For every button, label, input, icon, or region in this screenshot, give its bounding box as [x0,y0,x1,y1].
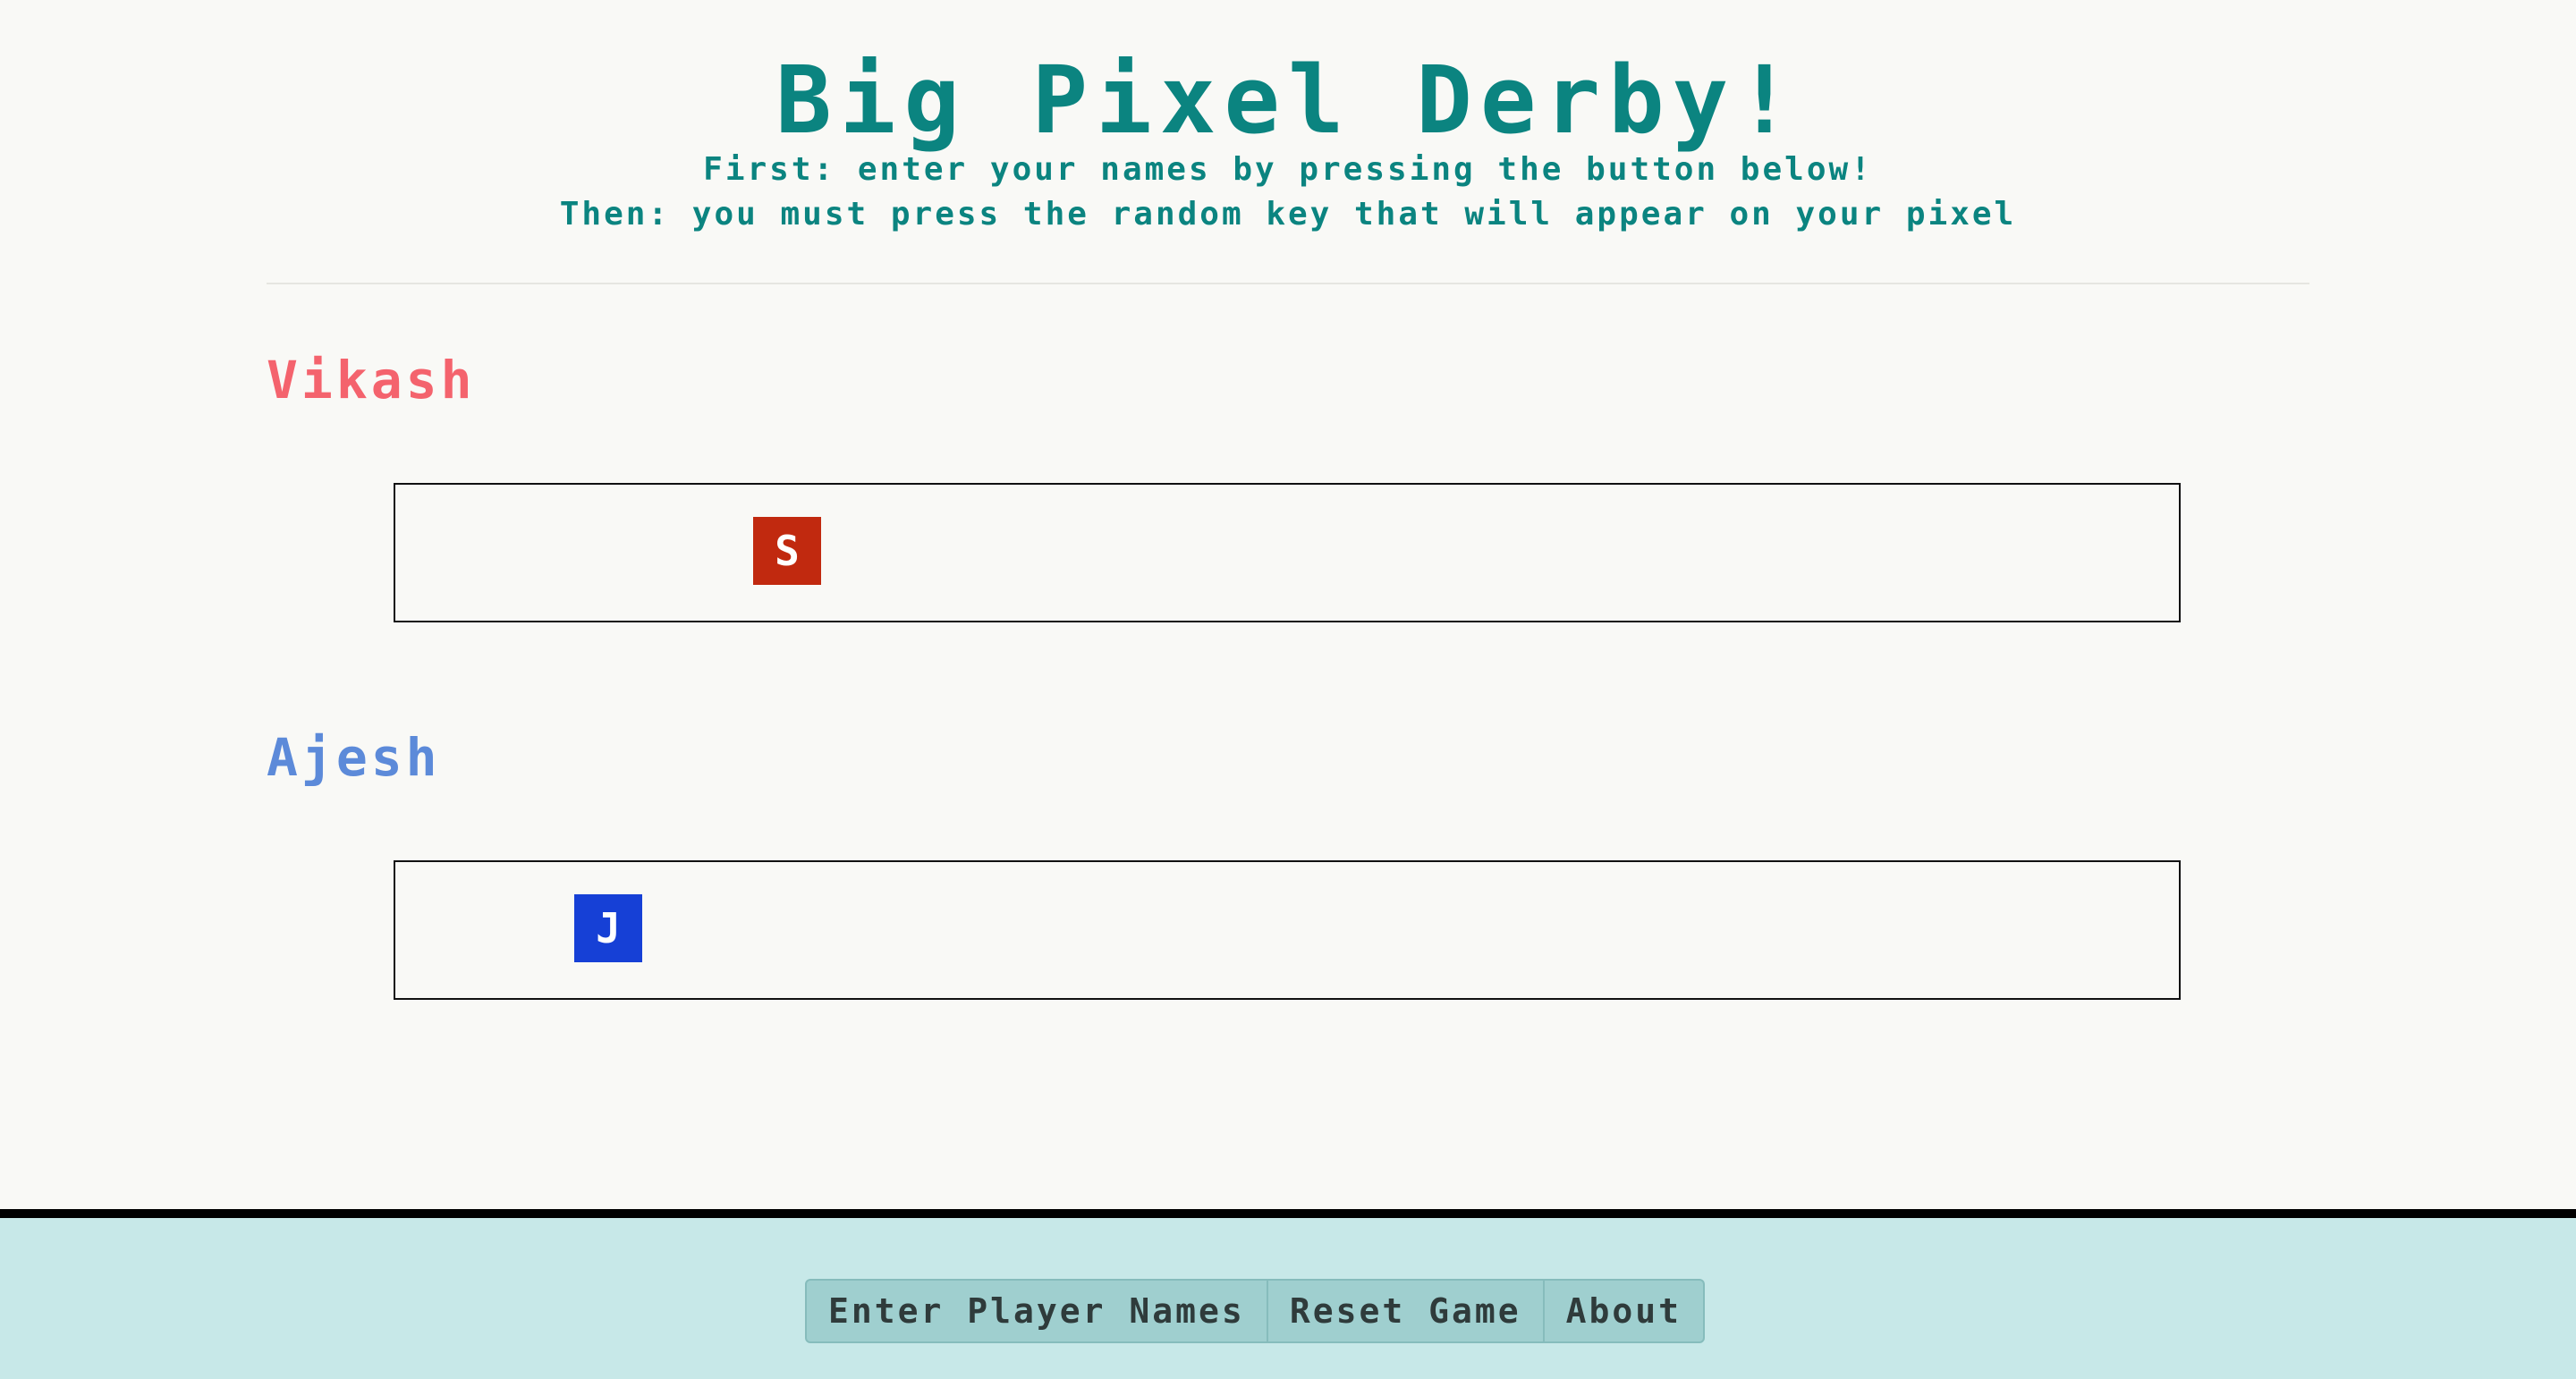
player-1-pixel: S [753,517,821,585]
footer-button-group: Enter Player Names Reset Game About [805,1279,1705,1343]
about-button[interactable]: About [1545,1281,1703,1341]
player-2-track: J [394,860,2181,1000]
game-page: Big Pixel Derby! First: enter your names… [0,0,2576,1379]
player-2-pixel: J [574,894,642,962]
player-1-track: S [394,483,2181,622]
reset-game-button[interactable]: Reset Game [1268,1281,1545,1341]
instruction-first: First: enter your names by pressing the … [703,151,1873,188]
player-1-name: Vikash [267,350,476,410]
enter-player-names-button[interactable]: Enter Player Names [807,1281,1268,1341]
instruction-then: Then: you must press the random key that… [559,196,2017,233]
footer-bar: Enter Player Names Reset Game About [0,1209,2576,1379]
header-divider [267,283,2309,284]
page-title: Big Pixel Derby! [775,46,1801,155]
player-2-name: Ajesh [267,727,441,788]
